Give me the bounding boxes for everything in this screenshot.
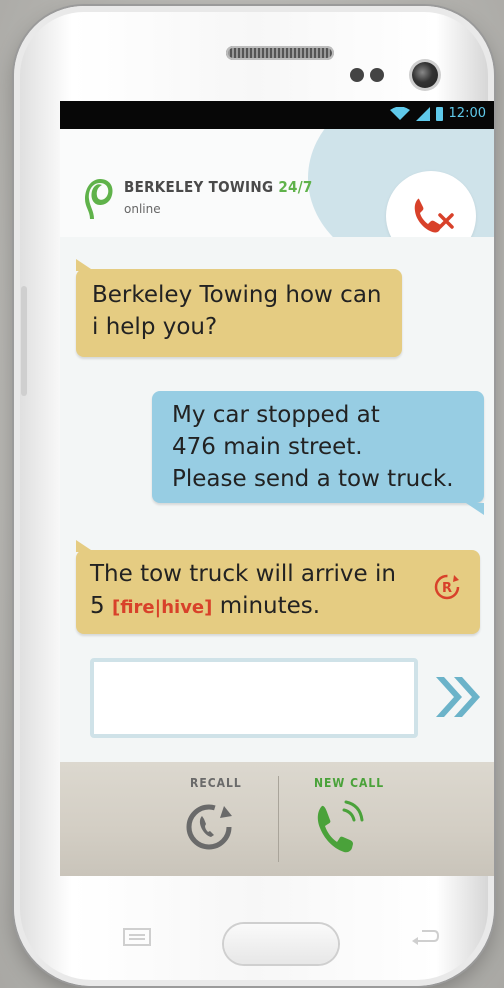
title-main: BERKELEY TOWING <box>124 178 279 196</box>
message-text: My car stopped at 476 main street. Pleas… <box>172 399 492 495</box>
retry-icon[interactable]: R <box>432 572 462 602</box>
bubble-tail <box>466 503 484 515</box>
status-icons: 12:00 <box>389 106 486 121</box>
chat-area: Berkeley Towing how can i help you? My c… <box>60 237 494 762</box>
earpiece-speaker <box>226 46 334 60</box>
home-button[interactable] <box>224 924 338 964</box>
status-bar: 12:00 <box>60 101 494 129</box>
wifi-icon <box>389 106 410 120</box>
signal-icon <box>415 106 430 121</box>
message-bubble-agent: Berkeley Towing how can i help you? <box>76 259 402 357</box>
recall-icon[interactable] <box>178 800 240 854</box>
battery-icon <box>435 106 443 121</box>
alternative-fire[interactable]: fire <box>120 597 154 618</box>
title-accent: 24/7 <box>278 178 313 196</box>
bubble-tail <box>76 540 94 552</box>
new-call-icon[interactable] <box>310 798 372 856</box>
message-text: The tow truck will arrive in 5 [fire|hiv… <box>90 558 440 624</box>
back-icon[interactable] <box>408 926 442 948</box>
action-divider <box>278 776 279 862</box>
app-title: BERKELEY TOWING 24/7 <box>124 178 313 196</box>
recall-label: RECALL <box>190 776 242 790</box>
tag-open: [ <box>111 597 121 618</box>
eta-number: 5 <box>90 593 105 619</box>
message-line: My car stopped at <box>172 402 380 428</box>
front-camera <box>412 62 438 88</box>
message-line: Please send a tow truck. <box>172 466 454 492</box>
message-bubble-agent: The tow truck will arrive in 5 [fire|hiv… <box>76 540 480 634</box>
message-bubble-user: My car stopped at 476 main street. Pleas… <box>152 391 484 515</box>
eta-unit: minutes. <box>219 593 321 619</box>
svg-text:R: R <box>442 581 452 596</box>
menu-icon[interactable] <box>120 926 154 948</box>
clock: 12:00 <box>448 106 486 121</box>
light-sensor <box>370 68 384 82</box>
presence-status: online <box>124 202 161 216</box>
message-line: The tow truck will arrive in <box>90 561 396 587</box>
proximity-sensor <box>350 68 364 82</box>
volume-button <box>21 286 27 396</box>
alternative-hive[interactable]: hive <box>161 597 204 618</box>
message-input[interactable] <box>90 658 418 738</box>
message-text: Berkeley Towing how can i help you? <box>92 282 382 340</box>
transcription-alternatives[interactable]: [fire|hive] <box>112 597 212 618</box>
screen: 12:00 BERKELEY TOWING 24/7 online Berkel… <box>60 101 494 876</box>
call-actions-bar: RECALL NEW CALL <box>60 762 494 876</box>
send-icon[interactable] <box>432 673 486 721</box>
tag-close: ] <box>204 597 213 618</box>
message-line: 5 [fire|hive] minutes. <box>90 590 440 624</box>
chat-header: BERKELEY TOWING 24/7 online <box>60 129 494 237</box>
bubble-tail <box>76 259 94 271</box>
end-call-icon <box>414 198 454 233</box>
phone-frame: 12:00 BERKELEY TOWING 24/7 online Berkel… <box>14 6 494 986</box>
message-line: 476 main street. <box>172 434 363 460</box>
new-call-label: NEW CALL <box>314 776 385 790</box>
logo-icon <box>85 179 113 219</box>
